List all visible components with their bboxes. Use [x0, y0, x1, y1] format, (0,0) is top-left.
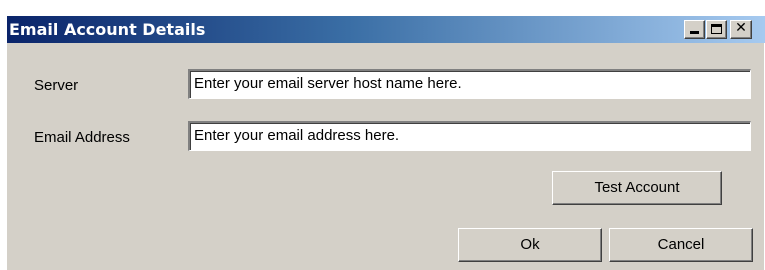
maximize-icon	[711, 24, 722, 34]
close-icon: ✕	[735, 20, 747, 36]
test-account-button[interactable]: Test Account	[552, 171, 722, 205]
minimize-icon	[690, 31, 699, 34]
server-input[interactable]: Enter your email server host name here.	[188, 69, 751, 99]
close-button[interactable]: ✕	[730, 20, 752, 39]
maximize-button[interactable]	[706, 20, 727, 39]
server-label: Server	[34, 77, 79, 94]
minimize-button[interactable]	[684, 20, 705, 39]
title-bar[interactable]: Email Account Details ✕	[7, 16, 765, 43]
email-address-label: Email Address	[34, 129, 130, 146]
ok-button[interactable]: Ok	[458, 228, 602, 262]
window-title: Email Account Details	[9, 20, 206, 39]
cancel-button[interactable]: Cancel	[609, 228, 753, 262]
email-account-dialog: Email Account Details ✕ Server Enter you…	[6, 15, 765, 270]
email-address-input[interactable]: Enter your email address here.	[188, 121, 751, 151]
